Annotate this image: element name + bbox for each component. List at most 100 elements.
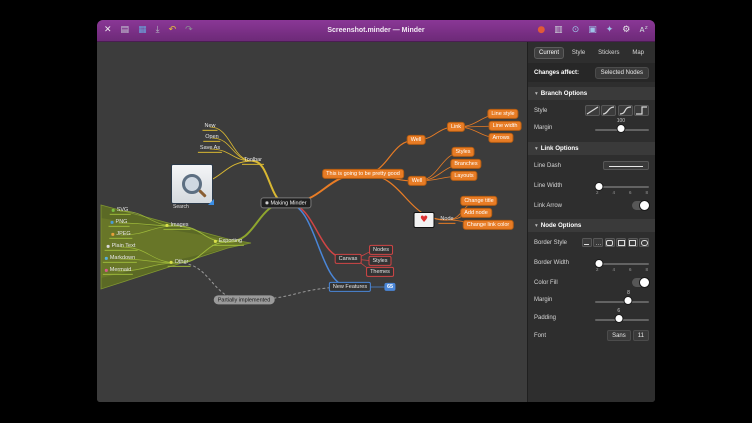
border-width-slider[interactable]: 2 4 6 8 [595,255,649,270]
border-style-square-button[interactable] [616,238,626,247]
node-label: Arrows [492,135,509,141]
settings-gear-icon[interactable]: ⚙ [622,26,630,35]
node-margin-label: Margin [534,297,552,303]
mindmap-node-line-width[interactable]: Line width [489,121,522,131]
mindmap-node-other[interactable]: Other [168,259,191,267]
branch-style-curve-button[interactable] [601,105,616,116]
mindmap-node-exporting[interactable]: Exporting [212,238,244,246]
titlebar-left-icons: ✕ ▤ ▦ ⤓ ↶ ↷ [104,26,193,35]
gallery-icon[interactable]: ▣ [588,26,597,35]
mindmap-node-badge-65[interactable]: 65 [384,283,395,291]
border-style-rounded-button[interactable] [605,238,615,247]
map-icon[interactable]: ✦ [606,26,614,35]
close-icon[interactable]: ✕ [104,26,112,35]
open-folder-icon[interactable]: ▦ [138,26,147,35]
mindmap-node-new-features[interactable]: New Features [329,282,371,292]
tab-current[interactable]: Current [534,47,564,59]
mindmap-node-saveas[interactable]: Save As [198,145,222,153]
border-style-pill-button[interactable] [639,238,649,247]
mindmap-node-plain-text[interactable]: Plain Text [105,243,138,251]
slider-thumb[interactable] [624,296,633,305]
focus-mode-icon[interactable]: ● [537,26,545,35]
border-style-bold-button[interactable] [628,238,638,247]
export-icon[interactable]: ▥ [554,26,563,35]
new-document-icon[interactable]: ▤ [121,26,130,35]
border-style-none-button[interactable] [593,238,603,247]
node-label: Markdown [110,255,135,261]
mindmap-node-new[interactable]: New [202,123,217,131]
mindmap-node-link[interactable]: Link [447,122,465,132]
link-options-header[interactable]: ▾ Link Options [528,142,655,155]
branch-style-label: Style [534,108,547,114]
node-options-header[interactable]: ▾ Node Options [528,219,655,232]
slider-thumb[interactable] [614,314,623,323]
node-bullet-icon [265,202,268,205]
link-arrow-switch[interactable] [632,201,649,210]
slider-thumb[interactable] [616,124,625,133]
mindmap-edge [228,203,286,242]
changes-affect-row: Changes affect: Selected Nodes [528,63,655,82]
branch-options-header[interactable]: ▾ Branch Options [528,87,655,100]
mindmap-node-mermaid[interactable]: Mermaid [103,267,133,275]
mindmap-node-root[interactable]: Making Minder [260,197,311,208]
changes-affect-select[interactable]: Selected Nodes [595,67,649,79]
changes-affect-label: Changes affect: [534,70,579,76]
undo-icon[interactable]: ↶ [169,26,177,35]
node-bullet-icon [107,245,110,248]
line-width-slider[interactable]: 2 4 6 8 [595,178,649,193]
font-size-button[interactable]: 11 [633,330,649,341]
mindmap-node-change-link-color[interactable]: Change link color [463,220,514,230]
mindmap-node-open[interactable]: Open [203,134,220,142]
mindmap-node-red-styles[interactable]: Styles [369,256,392,266]
branch-margin-row: Margin 100 [534,121,649,136]
line-dash-select[interactable] [603,161,649,170]
branch-style-scurve-button[interactable] [618,105,633,116]
redo-icon[interactable]: ↷ [185,26,193,35]
titlebar[interactable]: ✕▤▦⤓↶↷ Screenshot.minder — Minder ●▥⊙▣✦⚙… [97,20,655,42]
mindmap-node-png[interactable]: PNG [109,219,130,227]
mindmap-node-red-nodes[interactable]: Nodes [369,245,393,255]
tab-stickers[interactable]: Stickers [593,47,624,59]
node-margin-slider[interactable]: 8 [595,293,649,308]
mindmap-node-arrows[interactable]: Arrows [488,133,513,143]
image-node-label: Search [173,205,189,211]
mindmap-node-jpeg[interactable]: JPEG [109,231,132,239]
heart-sticker-icon[interactable]: ♥ [414,212,435,228]
mindmap-node-red-themes[interactable]: Themes [366,267,394,277]
mindmap-node-node-label[interactable]: Node [438,216,455,224]
node-label: JPEG [116,231,130,237]
mindmap-node-well2[interactable]: Well [408,176,427,186]
branch-margin-slider[interactable]: 100 [595,121,649,136]
branch-style-straight-button[interactable] [585,105,600,116]
node-padding-slider[interactable]: 6 [595,311,649,326]
branch-style-elbow-button[interactable] [634,105,649,116]
tab-style[interactable]: Style [567,47,590,59]
mindmap-node-line-style[interactable]: Line style [487,109,518,119]
mindmap-node-search[interactable]: Search [171,164,213,204]
line-dash-label: Line Dash [534,163,561,169]
mindmap-node-markdown[interactable]: Markdown [103,255,137,263]
mindmap-node-partially-implemented[interactable]: Partially implemented [214,295,275,304]
tick-label: 4 [612,267,615,272]
mindmap-canvas[interactable]: Making Minder Toolbar New Open Save As Search… [97,42,527,402]
mindmap-node-well1[interactable]: Well [407,135,426,145]
font-family-button[interactable]: Sans [607,330,631,341]
mindmap-node-canvas-node[interactable]: Canvas [335,254,362,264]
collapse-arrow-icon: ▾ [535,91,538,97]
mindmap-node-toolbar[interactable]: Toolbar [242,157,264,165]
save-icon[interactable]: ⤓ [156,26,160,35]
color-fill-switch[interactable] [632,278,649,287]
text-resize-icon[interactable]: ᴀᶻ [639,26,648,35]
mindmap-node-orange-main[interactable]: This is going to be pretty good [322,169,404,179]
mindmap-node-change-title[interactable]: Change title [460,196,497,206]
mindmap-node-images[interactable]: Images [163,222,190,230]
mindmap-node-add-node[interactable]: Add node [460,208,492,218]
mindmap-node-svg[interactable]: SVG [110,207,131,215]
search-icon[interactable]: ⊙ [572,26,580,35]
mindmap-node-branches[interactable]: Branches [450,159,481,169]
mindmap-node-styles[interactable]: Styles [452,147,475,157]
mindmap-node-layouts[interactable]: Layouts [450,171,477,181]
border-style-underline-button[interactable] [582,238,592,247]
tab-map[interactable]: Map [627,47,649,59]
node-bullet-icon [214,240,217,243]
